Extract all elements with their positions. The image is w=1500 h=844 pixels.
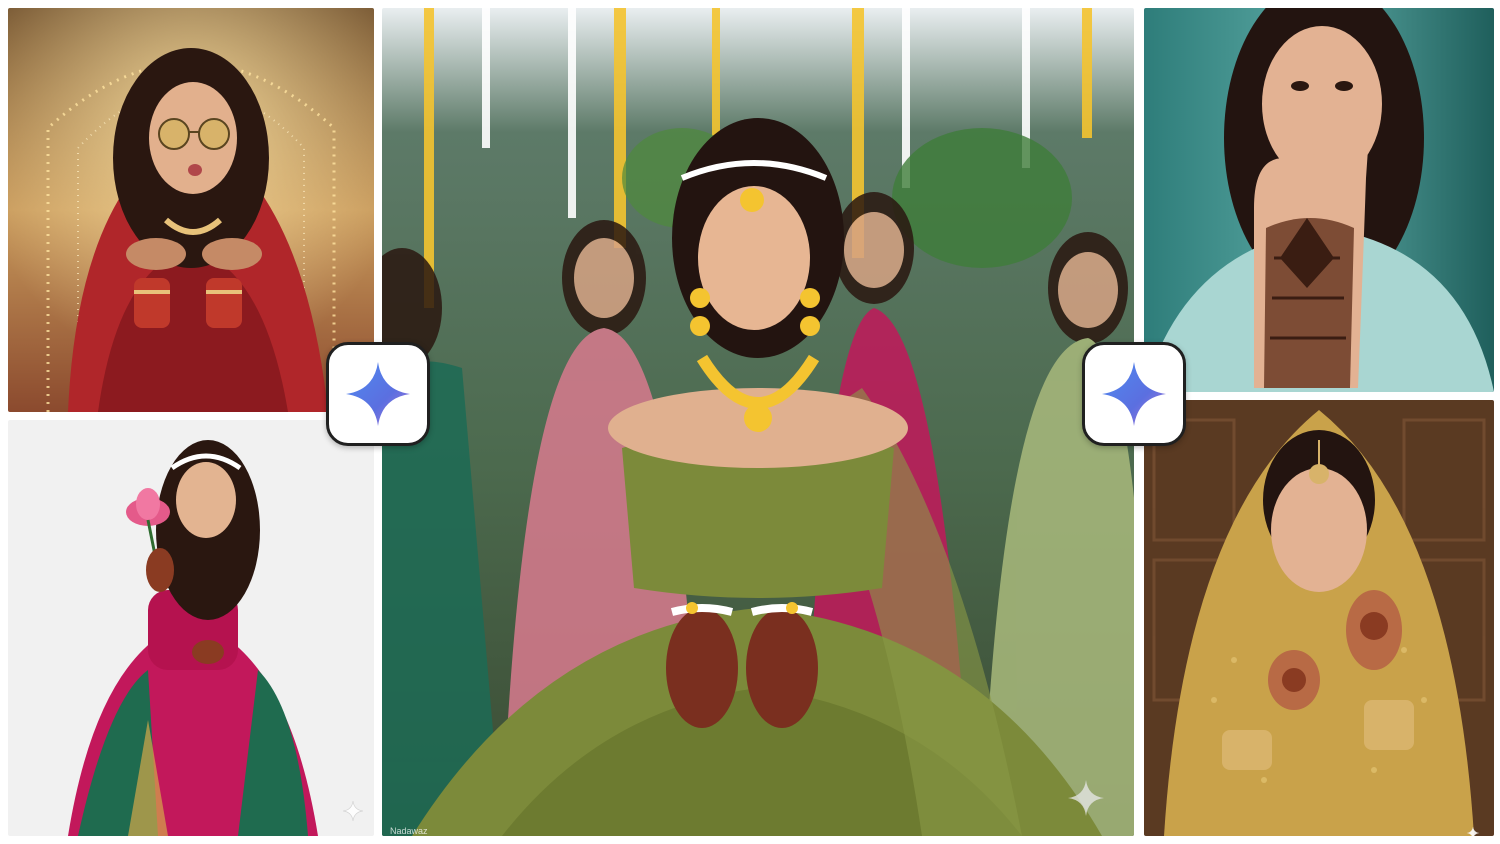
photo-bride-sunglasses[interactable] — [8, 8, 374, 412]
photo-bride-gold-dupatta[interactable] — [1144, 400, 1494, 836]
sparkle-icon — [1102, 362, 1166, 426]
photo-bride-lotus-image — [8, 420, 374, 836]
sparkle-icon — [346, 362, 410, 426]
sparkle-badge-left — [326, 342, 430, 446]
sparkle-watermark-icon — [343, 801, 363, 821]
sparkle-watermark-icon — [1068, 780, 1104, 816]
sparkle-badge-right — [1082, 342, 1186, 446]
photo-bride-olive-lehenga[interactable] — [382, 8, 1134, 836]
photo-henna-hand[interactable] — [1144, 8, 1494, 392]
photo-bride-gold-dupatta-image — [1144, 400, 1494, 836]
photo-collage: Nadawaz — [0, 0, 1500, 844]
watermark-text: Nadawaz — [390, 826, 428, 836]
photo-bride-lotus[interactable] — [8, 420, 374, 836]
photo-bride-olive-lehenga-image — [382, 8, 1134, 836]
sparkle-watermark-icon — [1466, 826, 1480, 840]
photo-bride-sunglasses-image — [8, 8, 374, 412]
photo-henna-hand-image — [1144, 8, 1494, 392]
